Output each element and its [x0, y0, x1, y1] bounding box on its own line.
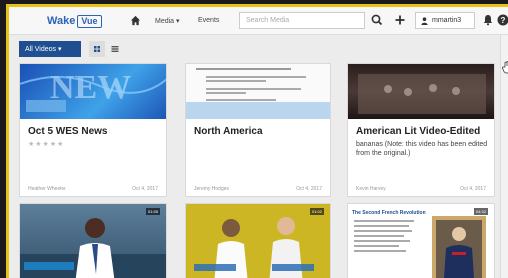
- video-thumbnail[interactable]: The Second French Revolution 04:32: [348, 204, 494, 278]
- nav-events[interactable]: Events: [198, 17, 219, 24]
- card-date: Oct 4, 2017: [460, 186, 486, 192]
- search-input[interactable]: Search Media: [239, 12, 365, 29]
- video-thumbnail[interactable]: 01:02: [186, 204, 330, 278]
- video-card[interactable]: NEW Oct 5 WES News ★★★★★ Heather Wheeler…: [19, 63, 167, 197]
- logo-badge: Vue: [77, 15, 102, 28]
- card-footer: Heather Wheeler Oct 4, 2017: [28, 186, 158, 192]
- user-icon: [421, 17, 428, 25]
- logo[interactable]: Wake Vue: [47, 15, 102, 28]
- monitor-frame: Wake Vue Media ▾ Events Search Media mma…: [0, 0, 508, 278]
- card-title[interactable]: American Lit Video-Edited: [356, 126, 480, 137]
- video-thumbnail[interactable]: [186, 64, 330, 119]
- card-author: Heather Wheeler: [28, 186, 66, 192]
- search-icon[interactable]: [370, 13, 384, 27]
- card-title[interactable]: Oct 5 WES News: [28, 126, 107, 137]
- video-card[interactable]: The Second French Revolution 04:32: [347, 203, 495, 278]
- video-card[interactable]: 01:55: [19, 203, 167, 278]
- duration-badge: 01:55: [145, 208, 160, 215]
- list-view-button[interactable]: [107, 41, 123, 57]
- news-graphic: NEW: [20, 69, 166, 112]
- list-view-icon: [111, 46, 119, 52]
- presenters-graphic: [186, 204, 330, 278]
- duration-badge: 04:32: [473, 208, 488, 215]
- old-photo-graphic: [358, 74, 486, 114]
- card-author: Kevin Harvey: [356, 186, 386, 192]
- user-name: mmartin3: [432, 17, 462, 24]
- help-icon[interactable]: ?: [496, 13, 508, 27]
- hand-cursor-icon: [502, 61, 508, 74]
- svg-text:?: ?: [501, 16, 506, 25]
- card-title[interactable]: North America: [194, 126, 263, 137]
- anchor-graphic: [20, 218, 166, 278]
- video-card[interactable]: 01:02: [185, 203, 331, 278]
- video-thumbnail[interactable]: 01:55: [20, 204, 166, 278]
- home-icon[interactable]: [130, 15, 141, 26]
- rating-stars[interactable]: ★★★★★: [28, 140, 64, 148]
- top-bar: Wake Vue Media ▾ Events Search Media mma…: [9, 7, 508, 35]
- card-date: Oct 4, 2017: [132, 186, 158, 192]
- card-author: Jeremy Hodges: [194, 186, 230, 192]
- video-thumbnail[interactable]: NEW: [20, 64, 166, 119]
- video-card[interactable]: American Lit Video-Edited bananas (Note:…: [347, 63, 495, 197]
- grid-view-icon: [94, 46, 100, 52]
- all-videos-dropdown[interactable]: All Videos ▾: [19, 41, 81, 57]
- video-card[interactable]: North America Jeremy Hodges Oct 4, 2017: [185, 63, 331, 197]
- card-footer: Jeremy Hodges Oct 4, 2017: [194, 186, 322, 192]
- document-preview: [186, 68, 330, 119]
- card-date: Oct 4, 2017: [296, 186, 322, 192]
- plus-icon[interactable]: [393, 13, 407, 27]
- slide-title: The Second French Revolution: [352, 210, 426, 216]
- duration-badge: 01:02: [309, 208, 324, 215]
- card-footer: Kevin Harvey Oct 4, 2017: [356, 186, 486, 192]
- logo-text: Wake: [47, 15, 76, 27]
- bell-icon[interactable]: [481, 13, 495, 27]
- nav-media[interactable]: Media ▾: [155, 17, 180, 25]
- app-screen: Wake Vue Media ▾ Events Search Media mma…: [6, 4, 508, 278]
- card-description: bananas (Note: this video has been edite…: [356, 141, 488, 157]
- grid-view-button[interactable]: [89, 41, 105, 57]
- video-thumbnail[interactable]: [348, 64, 494, 119]
- user-menu[interactable]: mmartin3: [415, 12, 475, 29]
